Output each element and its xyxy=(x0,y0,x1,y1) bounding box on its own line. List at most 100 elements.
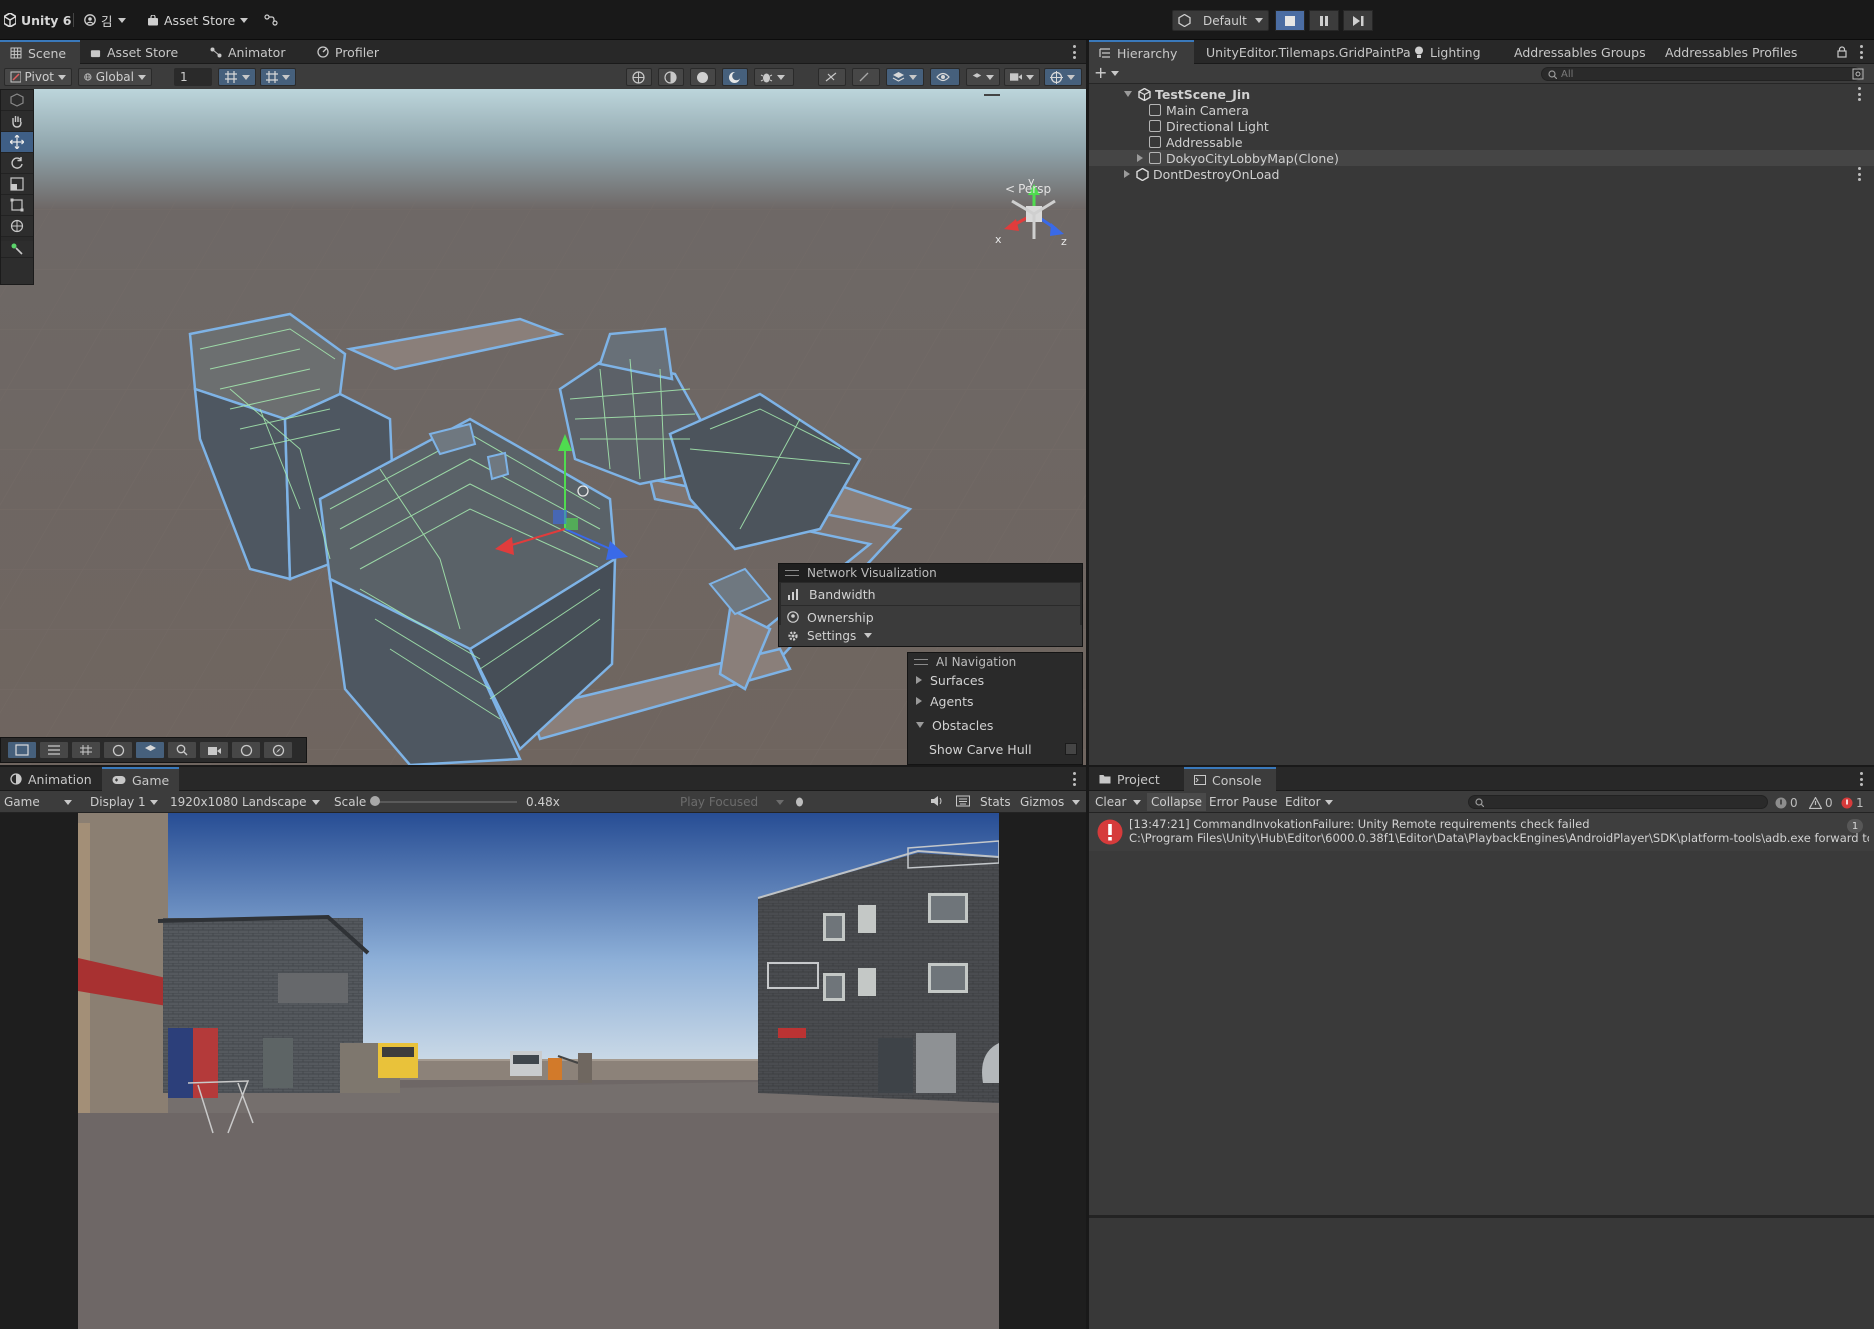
drag-handle-icon[interactable] xyxy=(914,659,928,665)
tab-hierarchy[interactable]: Hierarchy xyxy=(1089,40,1194,64)
step-button[interactable] xyxy=(1343,10,1373,31)
scene-search-icon[interactable] xyxy=(1852,68,1864,80)
create-button[interactable]: + xyxy=(1094,65,1120,81)
pause-button[interactable] xyxy=(1309,10,1339,31)
tab-game[interactable]: Game xyxy=(102,767,180,791)
gizmos-dropdown[interactable]: Gizmos xyxy=(1016,793,1084,811)
custom-tool-button[interactable] xyxy=(1,237,33,258)
layout-dropdown[interactable]: Default xyxy=(1172,10,1269,31)
hierarchy-item-addressable[interactable]: Addressable xyxy=(1089,134,1874,150)
account-dropdown[interactable]: 김 xyxy=(84,10,126,30)
gizmos-dropdown[interactable] xyxy=(1044,68,1082,86)
debug-draw-button[interactable] xyxy=(754,68,794,86)
rect-select-button[interactable] xyxy=(7,741,37,759)
tab-gridpaint[interactable]: UnityEditor.Tilemaps.GridPaintPa xyxy=(1196,40,1421,64)
hierarchy-item-dokyocitylobbymap[interactable]: DokyoCityLobbyMap(Clone) xyxy=(1089,150,1874,166)
lighting-toggle-button[interactable] xyxy=(852,68,880,86)
panel-menu-icon[interactable] xyxy=(1072,772,1076,786)
overlay-menu-icon[interactable] xyxy=(984,94,1000,96)
tab-addressables-profiles[interactable]: Addressables Profiles xyxy=(1655,40,1807,64)
tab-profiler[interactable]: Profiler xyxy=(307,40,389,64)
tab-console[interactable]: Console xyxy=(1184,767,1276,791)
scene-visibility-button[interactable] xyxy=(930,68,960,86)
game-mode-dropdown[interactable]: Game xyxy=(0,793,76,811)
clear-button[interactable]: Clear xyxy=(1091,793,1145,811)
hierarchy-item-directional-light[interactable]: Directional Light xyxy=(1089,118,1874,134)
search-button[interactable] xyxy=(167,741,197,759)
lock-icon[interactable] xyxy=(1837,46,1847,58)
tab-lighting[interactable]: Lighting xyxy=(1404,40,1491,64)
tab-animation[interactable]: Animation xyxy=(0,767,102,791)
scale-slider-track[interactable] xyxy=(375,801,517,803)
gizmo-button[interactable] xyxy=(231,741,261,759)
play-focused-dropdown[interactable]: Play Focused xyxy=(676,793,788,811)
warning-count-toggle[interactable]: 0 xyxy=(1809,794,1833,812)
2d-toggle-button[interactable] xyxy=(818,68,846,86)
hierarchy-search-field[interactable]: All xyxy=(1541,67,1861,81)
pivot-dropdown[interactable]: Pivot xyxy=(4,68,72,86)
transform-tool-button[interactable] xyxy=(1,216,33,237)
network-settings-dropdown[interactable]: Settings xyxy=(778,625,1083,647)
obstacles-foldout[interactable]: Obstacles xyxy=(908,713,1082,737)
asset-store-dropdown[interactable]: Asset Store xyxy=(147,10,249,30)
bandwidth-toggle[interactable]: Bandwidth xyxy=(781,583,1080,605)
hand-tool-button[interactable] xyxy=(1,111,33,132)
version-control-button[interactable] xyxy=(264,10,278,30)
camera-dropdown[interactable] xyxy=(1004,68,1040,86)
shading-wireframe-button[interactable] xyxy=(658,68,684,86)
display-dropdown[interactable]: Display 1 xyxy=(86,793,162,811)
hierarchy-item-dontdestroyonload[interactable]: DontDestroyOnLoad xyxy=(1089,166,1874,182)
scene-viewport[interactable]: x y z < Persp Network Visualization Band… xyxy=(0,89,1086,765)
error-count-toggle[interactable]: 1 xyxy=(1841,794,1864,812)
panel-menu-icon[interactable] xyxy=(1859,772,1863,786)
unity-logo[interactable]: Unity 6 xyxy=(4,10,72,30)
global-dropdown[interactable]: Global xyxy=(78,68,152,86)
bug-icon[interactable] xyxy=(793,795,806,808)
tab-animator[interactable]: Animator xyxy=(200,40,295,64)
tab-addressables-groups[interactable]: Addressables Groups xyxy=(1504,40,1656,64)
scale-slider-thumb[interactable] xyxy=(370,796,380,806)
drag-handle-icon[interactable] xyxy=(785,570,799,576)
item-menu-icon[interactable] xyxy=(1857,87,1861,101)
game-render[interactable] xyxy=(78,813,999,1329)
panel-menu-icon[interactable] xyxy=(1859,45,1863,59)
log-count-toggle[interactable]: 0 xyxy=(1775,794,1798,812)
compass-button[interactable] xyxy=(263,741,293,759)
layers-dropdown[interactable] xyxy=(966,68,1000,86)
hierarchy-item-main-camera[interactable]: Main Camera xyxy=(1089,102,1874,118)
persp-toggle[interactable]: < Persp xyxy=(1005,182,1051,196)
show-carve-hull-checkbox[interactable] xyxy=(1065,743,1077,755)
error-pause-button[interactable]: Error Pause xyxy=(1205,793,1281,811)
grid-snap-field[interactable]: 1 xyxy=(174,68,212,86)
move-tool-button[interactable] xyxy=(1,132,33,153)
grid-button[interactable] xyxy=(71,741,101,759)
shading-shaded-button[interactable] xyxy=(690,68,716,86)
layers-button[interactable] xyxy=(135,741,165,759)
shading-button[interactable] xyxy=(103,741,133,759)
speaker-icon[interactable] xyxy=(930,795,944,807)
scale-tool-button[interactable] xyxy=(1,174,33,195)
editor-dropdown[interactable]: Editor xyxy=(1281,793,1337,811)
play-button[interactable] xyxy=(1275,10,1305,31)
draw-mode-button[interactable] xyxy=(626,68,652,86)
surfaces-foldout[interactable]: Surfaces xyxy=(908,671,1082,689)
camera-button[interactable] xyxy=(199,741,229,759)
tab-project[interactable]: Project xyxy=(1089,767,1170,791)
tab-scene[interactable]: Scene xyxy=(0,40,80,64)
grid-visibility-button[interactable] xyxy=(218,68,256,86)
panel-menu-icon[interactable] xyxy=(1072,45,1076,59)
shading-unlit-button[interactable] xyxy=(722,68,748,86)
view-tool-button[interactable] xyxy=(1,90,33,111)
rotate-tool-button[interactable] xyxy=(1,153,33,174)
panel-button[interactable] xyxy=(39,741,69,759)
resolution-dropdown[interactable]: 1920x1080 Landscape xyxy=(166,793,324,811)
rect-tool-button[interactable] xyxy=(1,195,33,216)
keyboard-icon[interactable] xyxy=(956,795,970,807)
console-entry[interactable]: [13:47:21] CommandInvokationFailure: Uni… xyxy=(1089,813,1874,851)
scene-effects-button[interactable] xyxy=(886,68,924,86)
collapse-button[interactable]: Collapse xyxy=(1147,793,1206,811)
grid-snapping-button[interactable] xyxy=(260,68,296,86)
agents-foldout[interactable]: Agents xyxy=(908,689,1082,713)
stats-button[interactable]: Stats xyxy=(976,793,1015,811)
tab-asset-store[interactable]: Asset Store xyxy=(80,40,188,64)
